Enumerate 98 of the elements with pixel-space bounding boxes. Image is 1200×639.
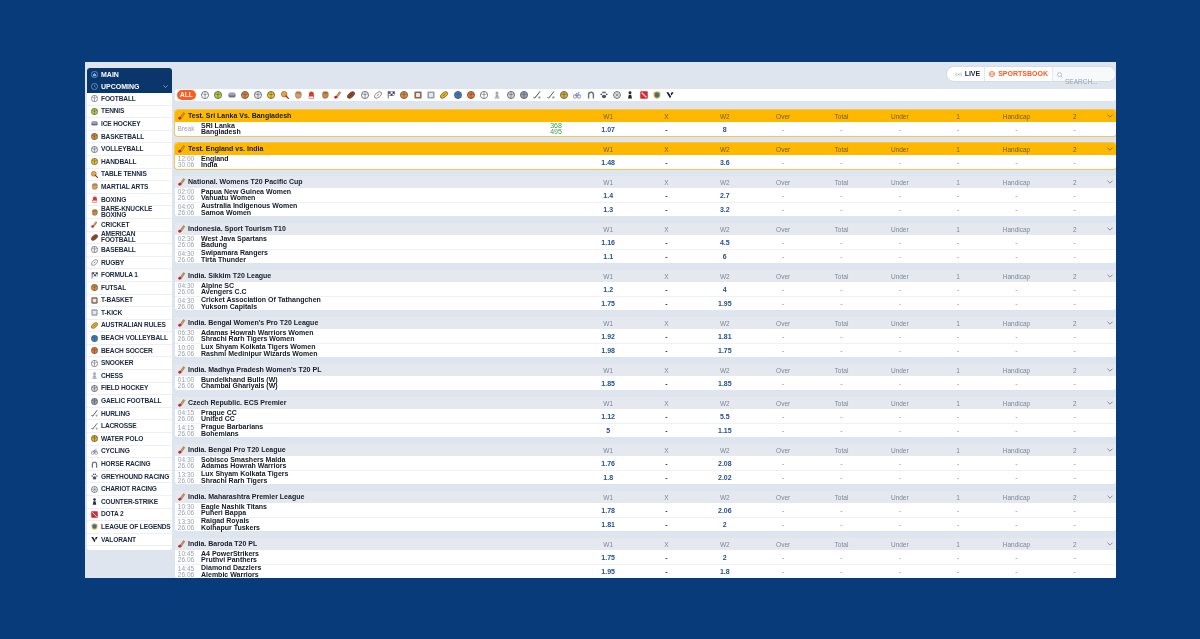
fist-icon [91, 208, 98, 216]
cricket-bat-icon [178, 319, 186, 327]
cricket-bat-icon [178, 112, 186, 120]
flag-icon [91, 271, 98, 279]
ball-icon[interactable] [400, 91, 409, 100]
ball-icon [91, 158, 98, 166]
oval-ball-icon[interactable] [347, 91, 356, 100]
tile-icon[interactable] [413, 91, 422, 100]
cricket-bat-icon [178, 366, 186, 374]
chevron-down-icon[interactable] [1106, 542, 1113, 546]
game-logo-icon [91, 510, 98, 518]
stick-icon[interactable] [533, 91, 542, 100]
bicycle-icon[interactable] [573, 91, 582, 100]
cricket-bat-icon [178, 493, 186, 501]
oval-ball-icon [91, 259, 98, 266]
ball-icon [989, 71, 996, 77]
horseshoe-icon[interactable] [586, 91, 595, 100]
cricket-bat-icon[interactable] [333, 91, 342, 100]
paw-icon [91, 473, 98, 481]
shield-icon[interactable] [653, 91, 662, 100]
oval-ball-icon[interactable] [440, 91, 449, 100]
cricket-bat-icon [178, 272, 186, 280]
cricket-bat-icon [91, 221, 98, 229]
puck-icon[interactable] [227, 91, 236, 100]
oval-ball-icon [91, 233, 98, 241]
paddle-icon[interactable] [280, 91, 289, 100]
bicycle-icon [91, 447, 98, 455]
pawn-icon [91, 372, 98, 380]
paddle-icon [91, 170, 98, 178]
ball-icon [91, 359, 98, 367]
stick-icon [91, 422, 98, 430]
search-icon [1057, 71, 1063, 78]
chevron-down-icon[interactable] [1106, 227, 1113, 231]
ball-icon [91, 246, 98, 254]
cricket-bat-icon [178, 540, 186, 548]
tile-icon [91, 309, 98, 317]
chevron-down-icon[interactable] [1106, 368, 1113, 372]
ball-icon[interactable] [466, 91, 475, 100]
wheel-icon [91, 485, 98, 493]
fist-icon [91, 183, 98, 191]
chevron-down-icon[interactable] [1106, 321, 1113, 325]
person-icon[interactable] [626, 91, 635, 100]
ball-icon[interactable] [360, 91, 369, 100]
ball-icon[interactable] [200, 91, 209, 100]
puck-icon [91, 120, 98, 128]
ball-icon [91, 347, 98, 355]
tile-icon[interactable] [427, 91, 435, 100]
chevron-down-icon[interactable] [1106, 147, 1113, 151]
stick-icon[interactable] [546, 91, 555, 100]
chevron-down-icon[interactable] [1106, 401, 1113, 405]
chevron-down-icon[interactable] [1106, 448, 1113, 452]
horseshoe-icon [91, 460, 98, 468]
ball-icon[interactable] [254, 91, 263, 100]
oval-ball-icon [91, 322, 98, 329]
chevron-down-icon[interactable] [1106, 180, 1113, 184]
chevron-down-icon[interactable] [1106, 495, 1113, 499]
ball-icon[interactable] [214, 91, 223, 100]
fist-icon[interactable] [320, 91, 329, 100]
ball-icon [91, 397, 98, 405]
ball-icon[interactable] [267, 91, 276, 100]
stick-icon [91, 410, 98, 418]
flag-icon[interactable] [387, 91, 396, 100]
ball-icon [91, 284, 98, 292]
cricket-bat-icon [178, 178, 186, 186]
chevron-down-icon[interactable] [1106, 274, 1113, 278]
ball-icon [91, 435, 98, 443]
paw-icon[interactable] [599, 91, 608, 100]
cricket-bat-icon [178, 399, 186, 407]
ball-icon[interactable] [559, 91, 568, 100]
ball-icon [91, 107, 98, 115]
ball-icon[interactable] [240, 91, 249, 100]
home-icon [91, 70, 98, 78]
ball-icon [91, 133, 98, 141]
ball-icon[interactable] [506, 91, 515, 100]
ball-icon [91, 334, 98, 342]
ball-icon[interactable] [453, 91, 462, 100]
cricket-bat-icon [178, 446, 186, 454]
broadcast-icon [954, 71, 962, 77]
v-logo-icon[interactable] [666, 91, 675, 100]
ball-icon [91, 145, 98, 153]
pawn-icon[interactable] [493, 91, 502, 100]
person-icon [91, 498, 98, 506]
wheel-icon[interactable] [613, 91, 622, 100]
ball-icon[interactable] [480, 91, 489, 100]
game-logo-icon[interactable] [639, 91, 648, 100]
shield-icon [91, 523, 98, 531]
cricket-bat-icon [178, 145, 186, 153]
ball-icon [91, 95, 98, 103]
ball-icon [91, 384, 98, 392]
tile-icon [91, 296, 98, 304]
ball-icon[interactable] [520, 91, 529, 100]
v-logo-icon [91, 536, 98, 544]
clock-icon [91, 83, 98, 90]
glove-icon[interactable] [307, 91, 316, 100]
chevron-down-icon[interactable] [1106, 114, 1113, 118]
glove-icon [91, 196, 98, 204]
fist-icon[interactable] [294, 91, 302, 100]
cricket-bat-icon [178, 225, 186, 233]
